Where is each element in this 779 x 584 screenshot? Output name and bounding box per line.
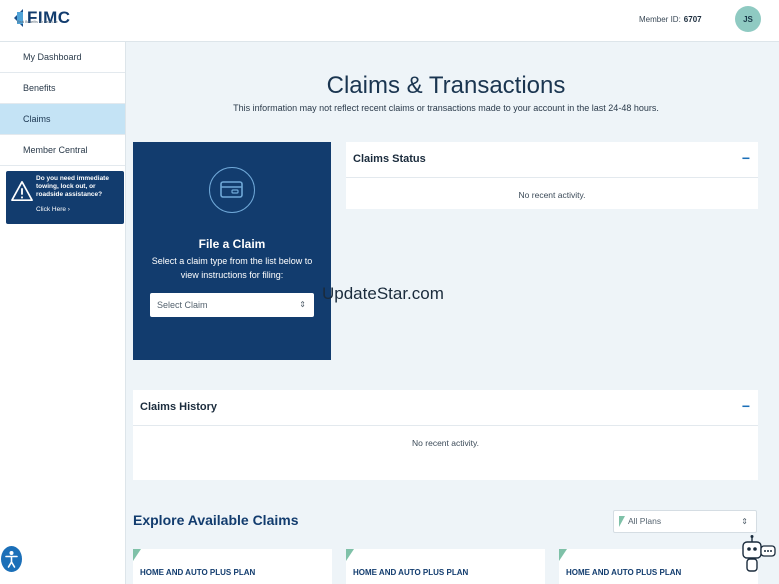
- roadside-assistance-alert[interactable]: Do you need immediate towing, lock out, …: [6, 171, 124, 224]
- claims-status-header[interactable]: Claims Status −: [346, 142, 758, 178]
- file-claim-description: Select a claim type from the list below …: [151, 256, 313, 280]
- select-claim-dropdown[interactable]: Select Claim ⇕: [150, 293, 314, 317]
- plans-filter-dropdown[interactable]: All Plans ⇕: [613, 510, 757, 533]
- card-corner-accent: [559, 549, 567, 561]
- claims-status-title: Claims Status: [353, 153, 426, 165]
- accessibility-button[interactable]: [1, 546, 22, 572]
- logo-text: FIMC: [27, 8, 71, 27]
- select-claim-value: Select Claim: [157, 300, 208, 310]
- plan-flag-icon: [619, 516, 625, 527]
- top-header: FIMC Real Benefits for Real Life Member …: [0, 0, 779, 42]
- plan-card-label: HOME AND AUTO PLUS PLAN: [140, 568, 256, 577]
- claims-history-title: Claims History: [140, 401, 218, 413]
- user-avatar[interactable]: JS: [735, 6, 761, 32]
- watermark-text: UpdateStar.com: [322, 284, 444, 303]
- alert-click-here-link[interactable]: Click Here ›: [36, 206, 70, 213]
- sidebar-item-benefits[interactable]: Benefits: [0, 73, 125, 104]
- page-subtitle: This information may not reflect recent …: [233, 103, 659, 113]
- warning-icon: [11, 181, 33, 201]
- claims-history-header[interactable]: Claims History −: [133, 390, 758, 426]
- file-claim-icon-ring: [209, 167, 255, 213]
- plan-card-label: HOME AND AUTO PLUS PLAN: [566, 568, 682, 577]
- collapse-icon[interactable]: −: [742, 398, 750, 414]
- claims-history-panel: Claims History − No recent activity.: [133, 390, 758, 480]
- sidebar: My Dashboard Benefits Claims Member Cent…: [0, 42, 126, 584]
- claims-history-empty: No recent activity.: [412, 438, 479, 448]
- member-id-value: 6707: [683, 15, 702, 24]
- card-corner-accent: [133, 549, 141, 561]
- chevron-updown-icon: ⇕: [741, 517, 748, 526]
- plan-card-label: HOME AND AUTO PLUS PLAN: [353, 568, 469, 577]
- sidebar-item-dashboard[interactable]: My Dashboard: [0, 42, 125, 73]
- member-id: Member ID: 6707: [639, 15, 702, 24]
- chatbot-icon[interactable]: [741, 534, 777, 574]
- fimc-logo[interactable]: FIMC: [14, 9, 71, 27]
- plan-card[interactable]: HOME AND AUTO PLUS PLAN: [559, 549, 758, 584]
- sidebar-item-claims[interactable]: Claims: [0, 104, 125, 135]
- plan-card[interactable]: HOME AND AUTO PLUS PLAN: [346, 549, 545, 584]
- credit-card-icon: [220, 181, 243, 198]
- alert-text: Do you need immediate towing, lock out, …: [36, 175, 109, 198]
- card-corner-accent: [346, 549, 354, 561]
- collapse-icon[interactable]: −: [742, 150, 750, 166]
- file-claim-title: File a Claim: [198, 237, 266, 251]
- plans-filter-value: All Plans: [628, 516, 662, 526]
- sidebar-item-member-central[interactable]: Member Central: [0, 135, 125, 166]
- claims-status-panel: Claims Status − No recent activity.: [346, 142, 758, 209]
- page-title: Claims & Transactions: [326, 72, 566, 99]
- accessibility-icon: [5, 551, 18, 568]
- logo-tagline: Real Benefits for Real Life: [17, 20, 58, 24]
- explore-claims-title: Explore Available Claims: [133, 512, 299, 528]
- plan-card[interactable]: HOME AND AUTO PLUS PLAN: [133, 549, 332, 584]
- claims-status-empty: No recent activity.: [518, 190, 586, 200]
- logo-mark-icon: [14, 9, 23, 27]
- chevron-updown-icon: ⇕: [299, 300, 306, 309]
- file-claim-card: File a Claim Select a claim type from th…: [133, 142, 331, 360]
- member-id-label: Member ID:: [639, 15, 681, 24]
